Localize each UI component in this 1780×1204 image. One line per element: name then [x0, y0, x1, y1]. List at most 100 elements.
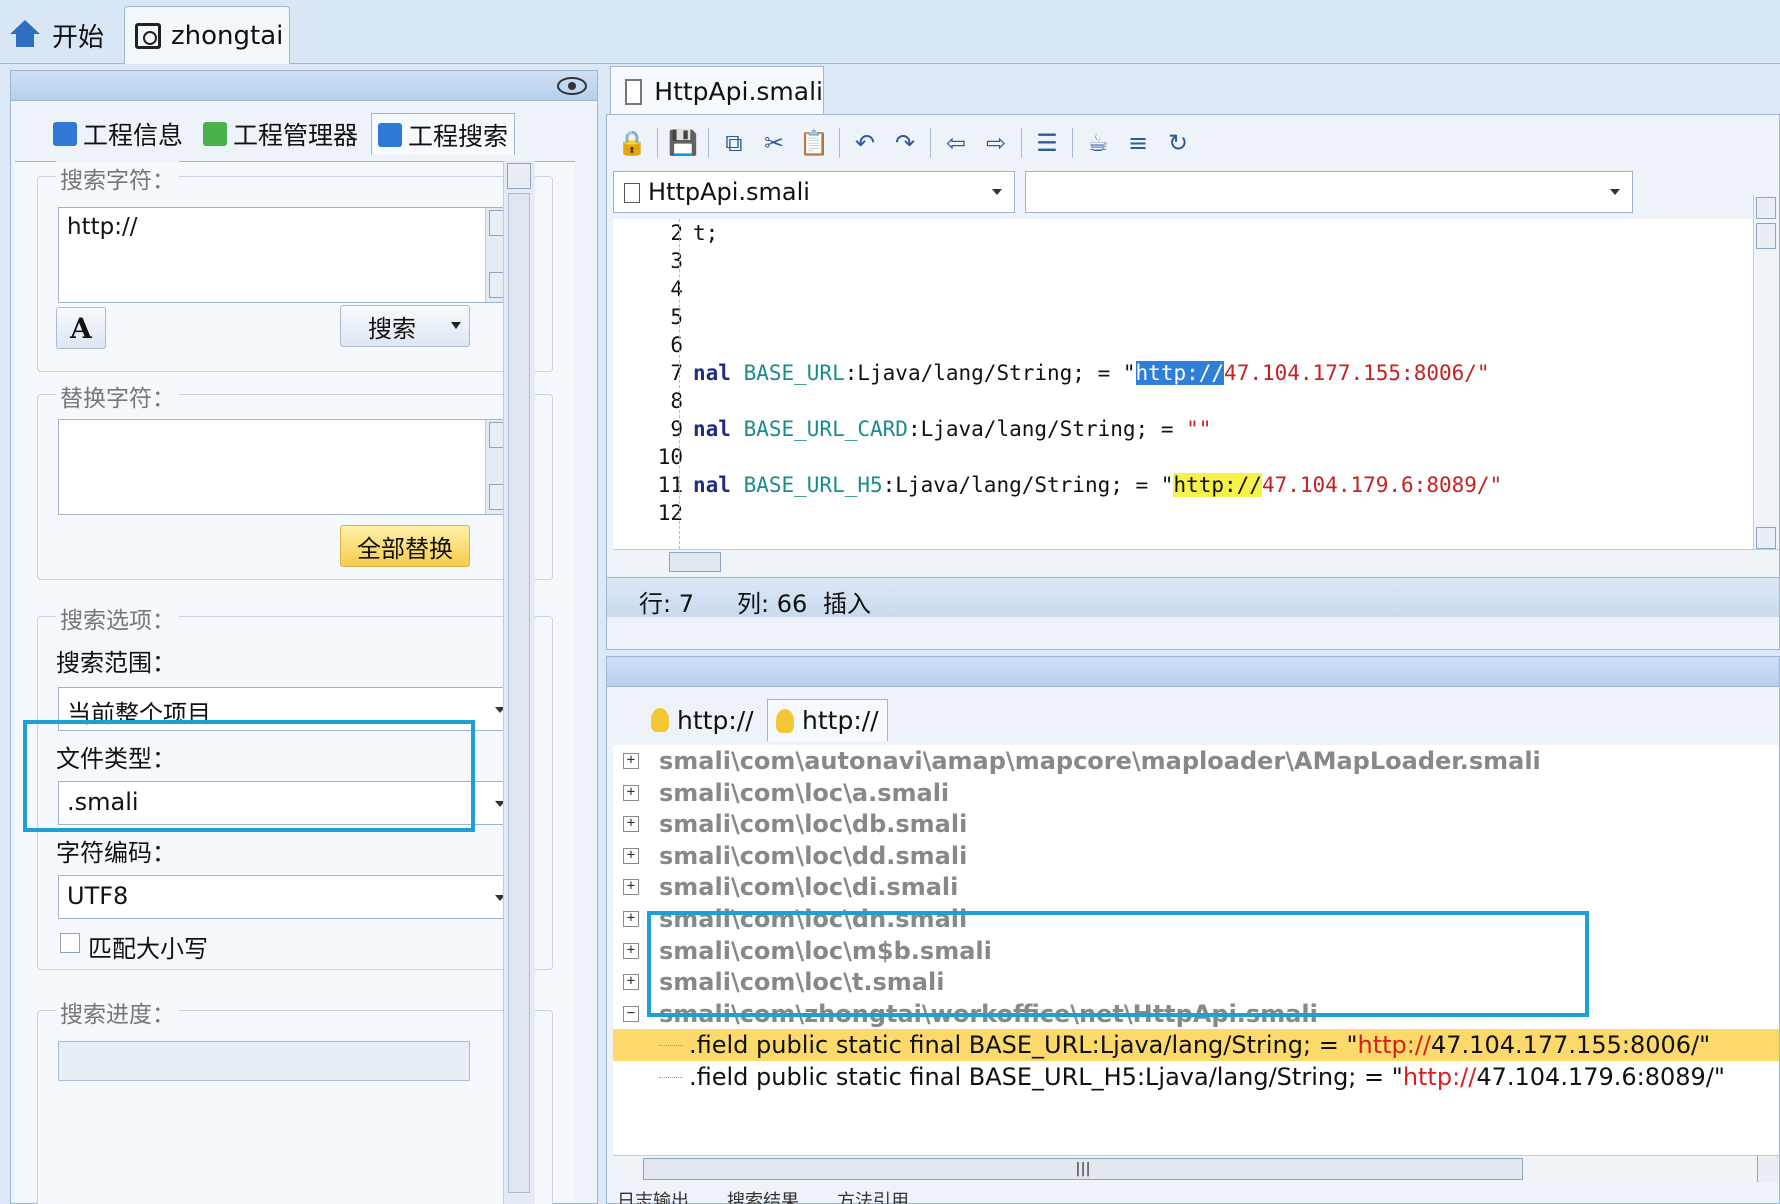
result-file-row[interactable]: + smali\com\loc\a.smali — [613, 777, 1779, 809]
font-button[interactable]: A — [56, 307, 106, 349]
search-button[interactable]: 搜索 — [340, 305, 470, 347]
replace-label: 替换字符： — [56, 379, 179, 413]
lock-icon[interactable]: 🔒 — [617, 128, 647, 158]
expand-icon[interactable]: + — [623, 974, 639, 991]
tab-start-label: 开始 — [52, 22, 105, 53]
scroll-thumb[interactable] — [669, 552, 721, 572]
left-panel: 工程信息 工程管理器 工程搜索 搜索字符： http:// A 搜索 替换字符：… — [10, 70, 598, 1204]
code-text: :Ljava/lang/String; = " — [882, 473, 1174, 497]
expand-icon[interactable]: + — [623, 879, 639, 896]
code-match: http:// — [1135, 361, 1225, 385]
back-icon[interactable]: ⇦ — [941, 128, 971, 158]
refresh-icon[interactable]: ↻ — [1163, 128, 1193, 158]
tab-project[interactable]: zhongtai — [124, 6, 290, 64]
code-text: :Ljava/lang/String; = " — [844, 361, 1136, 385]
member-select[interactable] — [1025, 171, 1633, 213]
result-file-row[interactable]: + smali\com\loc\db.smali — [613, 808, 1779, 840]
code-keyword: nal — [693, 361, 744, 385]
undo-icon[interactable]: ↶ — [850, 128, 880, 158]
result-tab-2[interactable]: http:// — [767, 699, 888, 741]
code-keyword: nal — [693, 473, 744, 497]
code-line: 12 — [613, 497, 693, 529]
line-number: 4 — [670, 277, 683, 301]
code-text: t; — [693, 221, 719, 245]
editor-toolbar: 🔒 💾 ⧉ ✂ 📋 ↶ ↷ ⇦ ⇨ ☰ ☕ ≡ ↻ — [611, 121, 1771, 165]
forward-icon[interactable]: ⇨ — [981, 128, 1011, 158]
code-horizontal-scrollbar[interactable] — [613, 549, 1779, 575]
expand-icon[interactable]: + — [623, 847, 639, 864]
lightbulb-icon — [651, 708, 669, 732]
code-editor[interactable]: 2 t; 3 4 5 6 7 nal BASE_URL:Ljava/lang/String; … — [613, 219, 1753, 549]
expand-icon[interactable]: + — [623, 816, 639, 833]
scroll-right-button[interactable] — [1757, 1156, 1779, 1182]
result-file-row[interactable]: + smali\com\loc\di.smali — [613, 871, 1779, 903]
result-match-text: 47.104.177.155:8006/" — [1431, 1031, 1711, 1060]
tab-project-info[interactable]: 工程信息 — [47, 113, 189, 155]
result-file-path: smali\com\loc\a.smali — [659, 778, 950, 807]
editor-file-tab-label: HttpApi.smali — [654, 77, 823, 106]
scope-label: 搜索范围： — [56, 649, 176, 677]
search-icon — [378, 122, 402, 147]
copy-icon[interactable]: ⧉ — [719, 128, 749, 158]
result-tab-label: http:// — [677, 705, 754, 735]
encoding-select[interactable]: UTF8 — [58, 875, 520, 919]
expand-icon[interactable]: + — [623, 753, 639, 769]
result-match-text: .field public static final BASE_URL_H5:L… — [689, 1063, 1403, 1091]
result-tab-label: http:// — [802, 706, 879, 735]
code-vertical-scrollbar[interactable] — [1753, 195, 1779, 551]
match-case-checkbox[interactable] — [60, 933, 80, 953]
search-results-panel: http:// http:// + smali\com\autonavi\amap… — [606, 656, 1780, 1204]
java-icon[interactable]: ☕ — [1083, 128, 1113, 158]
scroll-down-button[interactable] — [1756, 527, 1776, 549]
bottom-tab[interactable]: 搜索结果 — [727, 1187, 799, 1204]
chevron-down-icon[interactable] — [451, 322, 461, 329]
redo-icon[interactable]: ↷ — [890, 128, 920, 158]
line-number: 8 — [670, 389, 683, 413]
align-icon[interactable]: ≡ — [1123, 128, 1153, 158]
result-highlight-box — [647, 911, 1589, 1017]
result-match-text: .field public static final BASE_URL:Ljav… — [689, 1031, 1358, 1060]
result-file-row[interactable]: + smali\com\loc\dd.smali — [613, 840, 1779, 872]
replace-all-button[interactable]: 全部替换 — [340, 525, 470, 567]
scroll-thumb[interactable] — [1756, 223, 1776, 249]
save-icon[interactable]: 💾 — [668, 128, 698, 158]
scroll-thumb[interactable]: ||| — [643, 1158, 1523, 1180]
code-field-name: BASE_URL_CARD — [743, 417, 908, 441]
scroll-up-button[interactable] — [1756, 197, 1776, 219]
result-file-path: smali\com\loc\di.smali — [659, 873, 959, 902]
result-match-row[interactable]: .field public static final BASE_URL_H5:L… — [613, 1061, 1779, 1093]
expand-icon[interactable]: + — [623, 942, 639, 959]
replace-input[interactable] — [58, 419, 520, 515]
code-string: 47.104.177.155:8006/" — [1224, 361, 1490, 385]
code-line: 11 nal BASE_URL_H5:Ljava/lang/String; = "… — [613, 469, 1502, 501]
scroll-thumb[interactable] — [508, 193, 530, 1193]
editor-status-bar: 行: 7 列: 66 插入 — [607, 577, 1779, 618]
expand-icon[interactable]: − — [623, 1005, 639, 1022]
code-gutter-line — [679, 219, 680, 549]
search-options-label: 搜索选项： — [56, 601, 179, 635]
left-panel-scrollbar[interactable] — [503, 161, 535, 1204]
toolbar-separator — [1072, 128, 1073, 158]
result-match-row[interactable]: .field public static final BASE_URL:Ljav… — [613, 1029, 1779, 1062]
expand-icon[interactable]: + — [623, 784, 639, 801]
tab-project-manager[interactable]: 工程管理器 — [197, 113, 364, 155]
bottom-tab[interactable]: 方法引用 — [837, 1187, 909, 1204]
tab-start[interactable]: 开始 — [8, 6, 120, 64]
code-keyword: nal — [693, 417, 744, 441]
bottom-tab[interactable]: 日志输出 — [617, 1187, 689, 1204]
tab-project-search[interactable]: 工程搜索 — [371, 113, 516, 155]
cut-icon[interactable]: ✂ — [759, 128, 789, 158]
result-tab-1[interactable]: http:// — [643, 699, 762, 741]
format-icon[interactable]: ☰ — [1032, 128, 1062, 158]
eye-icon[interactable] — [557, 77, 587, 95]
scroll-up-button[interactable] — [507, 163, 531, 189]
paste-icon[interactable]: 📋 — [799, 128, 829, 158]
expand-icon[interactable]: + — [623, 911, 639, 927]
code-field-name: BASE_URL — [743, 361, 845, 385]
android-icon — [203, 122, 227, 146]
search-input[interactable]: http:// — [58, 207, 520, 303]
results-horizontal-scrollbar[interactable]: ||| — [613, 1155, 1779, 1183]
result-file-row[interactable]: + smali\com\autonavi\amap\mapcore\mapload… — [613, 745, 1779, 777]
editor-file-tab[interactable]: HttpApi.smali — [610, 66, 824, 116]
file-select[interactable]: HttpApi.smali — [613, 171, 1015, 213]
